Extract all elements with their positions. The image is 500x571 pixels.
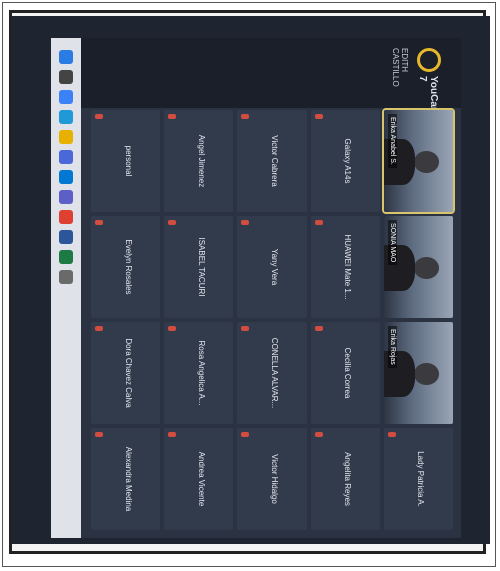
participant-name: Erika Anabel S.	[387, 114, 397, 168]
participant-tile[interactable]: ISABEL TACURI	[164, 216, 234, 318]
participant-name: Angelita Reyes	[343, 452, 353, 506]
mail-icon[interactable]	[59, 170, 73, 184]
participant-tile[interactable]: CONELLA ALVAR...	[237, 322, 307, 424]
mic-muted-icon	[314, 432, 323, 437]
mic-muted-icon	[95, 432, 104, 437]
participant-name: CONELLA ALVAR...	[269, 337, 279, 409]
participant-tile[interactable]: Victor Cabrera	[237, 110, 307, 212]
participant-tile[interactable]: Alexandra Medina	[91, 428, 161, 530]
participant-tile[interactable]: Erika Anabel S.	[382, 107, 455, 215]
participant-name: HUAWEI Mate 1...	[343, 234, 353, 300]
screen-photo: YouCam 7 EDITH CASTILLO Erika Anabel S. S…	[12, 16, 490, 544]
participant-name: Victor Cabrera	[269, 135, 279, 187]
participant-name: ISABEL TACURI	[196, 237, 206, 297]
mic-muted-icon	[168, 114, 177, 119]
participant-name: Galaxy A14s	[343, 138, 353, 184]
sidebar: YouCam 7 EDITH CASTILLO	[81, 38, 461, 116]
mic-muted-icon	[314, 114, 323, 119]
search-icon[interactable]	[59, 70, 73, 84]
mic-muted-icon	[95, 114, 104, 119]
video-call-window: YouCam 7 EDITH CASTILLO Erika Anabel S. S…	[51, 38, 461, 538]
participant-name: Lady Patricia A.	[416, 451, 426, 507]
participant-name: Rosa Angelica A...	[196, 340, 206, 406]
mic-muted-icon	[168, 432, 177, 437]
participant-tile[interactable]: Cecilia Correa	[310, 322, 380, 424]
participant-tile[interactable]: Lady Patricia A.	[383, 428, 453, 530]
mic-muted-icon	[387, 432, 396, 437]
participant-name: Erika Rojas	[387, 326, 397, 368]
participant-name: SONIA MAO	[387, 220, 397, 266]
participant-name: Victor Hidalgo	[269, 454, 279, 504]
participant-name: Cecilia Correa	[343, 347, 353, 399]
participant-name: Andrea Vicente	[196, 451, 206, 507]
task-view-icon[interactable]	[59, 90, 73, 104]
participant-tile[interactable]: Rosa Angelica A...	[164, 322, 234, 424]
participant-tile[interactable]: Dora Chavez Calva	[91, 322, 161, 424]
current-user-name: EDITH CASTILLO	[391, 48, 409, 87]
participant-name: Yany Vera	[269, 248, 279, 286]
mic-muted-icon	[314, 326, 323, 331]
chrome-icon[interactable]	[59, 210, 73, 224]
mic-muted-icon	[95, 326, 104, 331]
participant-grid: Erika Anabel S. SONIA MAO Erika Rojas Lady …	[91, 107, 455, 530]
mic-muted-icon	[95, 220, 104, 225]
mic-muted-icon	[241, 220, 250, 225]
files-icon[interactable]	[59, 130, 73, 144]
mic-muted-icon	[168, 326, 177, 331]
participant-tile[interactable]: Andrea Vicente	[164, 428, 234, 530]
participant-name: Alexandra Medina	[123, 446, 133, 512]
participant-name: Dora Chavez Calva	[123, 338, 133, 408]
participant-name: Evelyn Rosales	[123, 239, 133, 295]
taskbar	[51, 38, 81, 538]
participant-tile[interactable]: Victor Hidalgo	[237, 428, 307, 530]
mic-muted-icon	[314, 220, 323, 225]
store-icon[interactable]	[59, 150, 73, 164]
participant-tile[interactable]: Erika Rojas	[383, 322, 453, 424]
participant-tile[interactable]: personal	[91, 110, 161, 212]
mic-muted-icon	[168, 220, 177, 225]
start-icon[interactable]	[59, 50, 73, 64]
excel-icon[interactable]	[59, 250, 73, 264]
mic-muted-icon	[241, 326, 250, 331]
settings-icon[interactable]	[59, 270, 73, 284]
participant-tile[interactable]: HUAWEI Mate 1...	[310, 216, 380, 318]
participant-tile[interactable]: SONIA MAO	[383, 216, 453, 318]
participant-tile[interactable]: Galaxy A14s	[310, 110, 380, 212]
youcam-logo-icon	[417, 48, 441, 72]
mic-muted-icon	[241, 432, 250, 437]
mic-muted-icon	[241, 114, 250, 119]
edge-icon[interactable]	[59, 110, 73, 124]
participant-name: Angel Jimenez	[196, 134, 206, 188]
teams-icon[interactable]	[59, 190, 73, 204]
word-icon[interactable]	[59, 230, 73, 244]
participant-tile[interactable]: Yany Vera	[237, 216, 307, 318]
participant-tile[interactable]: Angel Jimenez	[164, 110, 234, 212]
participant-tile[interactable]: Evelyn Rosales	[91, 216, 161, 318]
participant-name: personal	[123, 145, 133, 177]
participant-tile[interactable]: Angelita Reyes	[310, 428, 380, 530]
